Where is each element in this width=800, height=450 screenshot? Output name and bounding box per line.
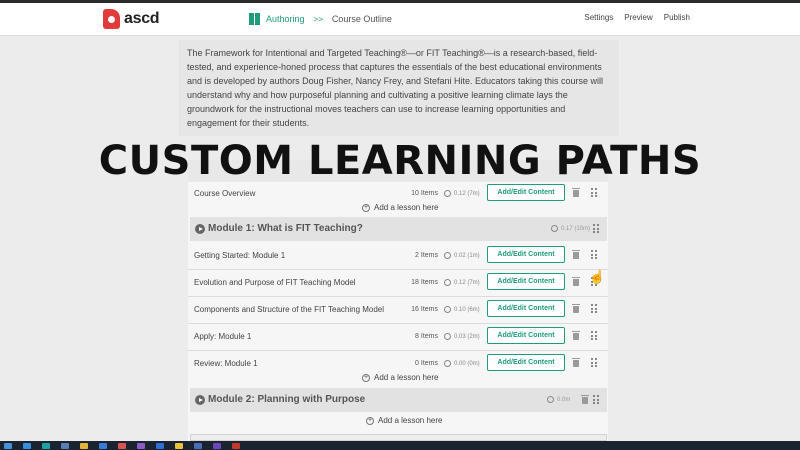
- lesson-duration: 0.02 (1m): [444, 252, 480, 259]
- logo-text: ascd: [124, 10, 160, 27]
- clock-icon: [444, 360, 451, 367]
- file-explorer-icon[interactable]: [80, 442, 88, 449]
- drag-handle-icon[interactable]: [591, 188, 598, 198]
- trash-icon[interactable]: [572, 304, 580, 313]
- clock-icon: [551, 225, 558, 232]
- module-duration: 0.17 (10m): [551, 225, 590, 232]
- ascd-logo-icon: [103, 9, 120, 29]
- clock-icon: [444, 252, 451, 259]
- clock-icon: [444, 333, 451, 340]
- play-circle-icon: [195, 395, 205, 405]
- os-taskbar: [0, 441, 800, 450]
- lesson-row: Evolution and Purpose of FIT Teaching Mo…: [188, 270, 608, 296]
- lesson-item-count: 8 Items: [415, 333, 438, 340]
- app-icon[interactable]: [232, 442, 240, 449]
- plus-circle-icon: +: [362, 373, 370, 382]
- play-circle-icon: [195, 224, 205, 234]
- add-edit-content-button[interactable]: Add/Edit Content: [487, 246, 565, 263]
- lesson-title[interactable]: Course Overview: [194, 189, 255, 198]
- hand-cursor-icon: ☝: [589, 269, 606, 284]
- lesson-duration: 0.00 (0m): [444, 360, 480, 367]
- add-edit-content-button[interactable]: Add/Edit Content: [487, 354, 565, 371]
- trash-icon[interactable]: [572, 331, 580, 340]
- lesson-title[interactable]: Components and Structure of the FIT Teac…: [194, 305, 384, 314]
- module-duration: 0.0m: [547, 396, 570, 403]
- breadcrumb-separator: >>: [313, 14, 323, 24]
- breadcrumb-authoring[interactable]: Authoring: [266, 14, 305, 24]
- clock-icon: [444, 279, 451, 286]
- add-edit-content-button[interactable]: Add/Edit Content: [487, 184, 565, 201]
- add-lesson-link[interactable]: + Add a lesson here: [362, 373, 439, 382]
- drag-handle-icon[interactable]: [591, 358, 598, 368]
- lesson-item-count: 16 Items: [411, 306, 438, 313]
- ascd-logo[interactable]: ascd: [103, 9, 160, 29]
- lesson-item-count: 0 Items: [415, 360, 438, 367]
- add-edit-content-button[interactable]: Add/Edit Content: [487, 273, 565, 290]
- clock-icon: [444, 190, 451, 197]
- module-3-header[interactable]: [190, 434, 607, 441]
- publish-link[interactable]: Publish: [664, 13, 690, 22]
- app-icon[interactable]: [213, 442, 221, 449]
- plus-circle-icon: +: [366, 416, 374, 425]
- task-view-icon[interactable]: [23, 442, 31, 449]
- module-title: Module 1: What is FIT Teaching?: [208, 223, 363, 234]
- lesson-duration: 0.12 (7m): [444, 279, 480, 286]
- drag-handle-icon[interactable]: [593, 224, 600, 234]
- plus-circle-icon: +: [362, 203, 370, 212]
- add-lesson-link[interactable]: + Add a lesson here: [366, 416, 443, 425]
- lesson-row: Apply: Module 1 8 Items 0.03 (2m) Add/Ed…: [188, 324, 608, 350]
- drag-handle-icon[interactable]: [591, 250, 598, 260]
- lesson-item-count: 18 Items: [411, 279, 438, 286]
- drag-handle-icon[interactable]: [591, 331, 598, 341]
- module-1-header[interactable]: Module 1: What is FIT Teaching? 0.17 (10…: [190, 217, 607, 241]
- drag-handle-icon[interactable]: [591, 304, 598, 314]
- top-bar: ascd Authoring >> Course Outline Setting…: [0, 0, 800, 36]
- lesson-item-count: 10 Items: [411, 190, 438, 197]
- lesson-duration: 0.12 (7m): [444, 190, 480, 197]
- lesson-row: Components and Structure of the FIT Teac…: [188, 297, 608, 323]
- edge-icon[interactable]: [42, 442, 50, 449]
- course-description: The Framework for Intentional and Target…: [179, 40, 619, 136]
- start-icon[interactable]: [4, 442, 12, 449]
- trash-icon[interactable]: [572, 358, 580, 367]
- trash-icon[interactable]: [581, 395, 589, 404]
- breadcrumb-course-outline: Course Outline: [331, 14, 392, 24]
- app-icon[interactable]: [137, 442, 145, 449]
- add-edit-content-button[interactable]: Add/Edit Content: [487, 327, 565, 344]
- clock-icon: [547, 396, 554, 403]
- module-2-header[interactable]: Module 2: Planning with Purpose 0.0m: [190, 388, 607, 412]
- authoring-icon: [249, 13, 260, 25]
- lesson-duration: 0.10 (6m): [444, 306, 480, 313]
- app-icon[interactable]: [156, 442, 164, 449]
- trash-icon[interactable]: [572, 250, 580, 259]
- lesson-title[interactable]: Review: Module 1: [194, 359, 258, 368]
- lesson-title[interactable]: Evolution and Purpose of FIT Teaching Mo…: [194, 278, 356, 287]
- trash-icon[interactable]: [572, 188, 580, 197]
- preview-link[interactable]: Preview: [624, 13, 652, 22]
- settings-link[interactable]: Settings: [584, 13, 613, 22]
- app-icon[interactable]: [175, 442, 183, 449]
- app-icon[interactable]: [194, 442, 202, 449]
- chrome-icon[interactable]: [118, 442, 126, 449]
- drag-handle-icon[interactable]: [593, 395, 600, 405]
- breadcrumb: Authoring >> Course Outline: [249, 13, 392, 25]
- module-title: Module 2: Planning with Purpose: [208, 394, 366, 405]
- app-icon[interactable]: [99, 442, 107, 449]
- add-edit-content-button[interactable]: Add/Edit Content: [487, 300, 565, 317]
- add-lesson-link[interactable]: + Add a lesson here: [362, 203, 439, 212]
- app-icon[interactable]: [61, 442, 69, 449]
- lesson-title[interactable]: Getting Started: Module 1: [194, 251, 285, 260]
- clock-icon: [444, 306, 451, 313]
- custom-learning-paths-headline: CUSTOM LEARNING PATHS: [98, 138, 702, 184]
- lesson-item-count: 2 Items: [415, 252, 438, 259]
- lesson-duration: 0.03 (2m): [444, 333, 480, 340]
- top-nav: Settings Preview Publish: [584, 13, 690, 22]
- trash-icon[interactable]: [572, 277, 580, 286]
- lesson-title[interactable]: Apply: Module 1: [194, 332, 251, 341]
- lesson-row: Getting Started: Module 1 2 Items 0.02 (…: [188, 243, 608, 269]
